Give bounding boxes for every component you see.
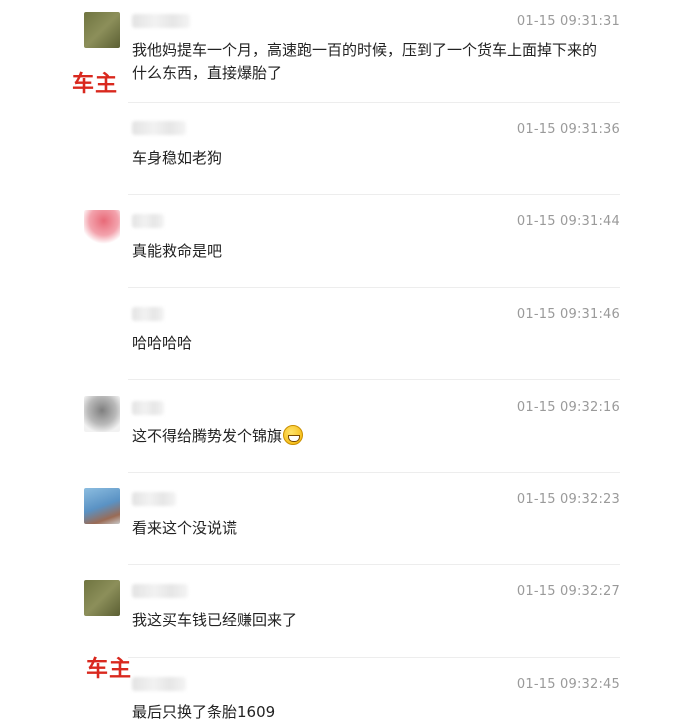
username-blurred[interactable] xyxy=(132,214,164,228)
comment-text: 车身稳如老狗 xyxy=(132,149,223,167)
divider xyxy=(128,379,620,380)
avatar[interactable] xyxy=(84,580,120,616)
grin-emoji-icon xyxy=(283,425,304,445)
avatar[interactable] xyxy=(84,12,120,48)
username-blurred[interactable] xyxy=(132,584,188,598)
comment-text: 真能救命是吧 xyxy=(132,242,223,260)
comment-time: 01-15 09:32:16 xyxy=(516,400,620,415)
comment-text: 我这买车钱已经赚回来了 xyxy=(132,611,298,629)
username-blurred[interactable] xyxy=(132,121,186,135)
comment-time: 01-15 09:31:44 xyxy=(516,214,620,229)
username-blurred[interactable] xyxy=(132,307,164,321)
username-blurred[interactable] xyxy=(132,14,190,28)
owner-label: 车主 xyxy=(86,657,133,682)
comment-time: 01-15 09:32:27 xyxy=(516,584,620,599)
owner-label: 车主 xyxy=(72,72,119,97)
comment-text-content: 这不得给腾势发个锦旗 xyxy=(132,427,283,445)
comment-text: 我他妈提车一个月，高速跑一百的时候，压到了一个货车上面掉下来的什么东西，直接爆胎… xyxy=(132,41,598,82)
comment-text: 这不得给腾势发个锦旗 xyxy=(132,425,612,448)
avatar[interactable] xyxy=(84,210,120,246)
avatar[interactable] xyxy=(84,396,120,432)
username-blurred[interactable] xyxy=(132,401,164,415)
comment-text: 看来这个没说谎 xyxy=(132,519,238,537)
comment-text: 哈哈哈哈 xyxy=(132,334,193,352)
username-blurred[interactable] xyxy=(132,492,176,506)
divider xyxy=(128,472,620,473)
divider xyxy=(128,194,620,195)
username-blurred[interactable] xyxy=(132,677,186,691)
comment-time: 01-15 09:31:31 xyxy=(516,14,620,29)
comment-text: 最后只换了条胎1609 xyxy=(132,703,276,721)
comment-time: 01-15 09:32:23 xyxy=(516,492,620,507)
avatar[interactable] xyxy=(84,488,120,524)
comment-time: 01-15 09:31:36 xyxy=(516,122,620,137)
comment-time: 01-15 09:31:46 xyxy=(516,307,620,322)
comment-time: 01-15 09:32:45 xyxy=(516,677,620,692)
divider xyxy=(128,102,620,103)
divider xyxy=(128,657,620,658)
divider xyxy=(128,564,620,565)
divider xyxy=(128,287,620,288)
